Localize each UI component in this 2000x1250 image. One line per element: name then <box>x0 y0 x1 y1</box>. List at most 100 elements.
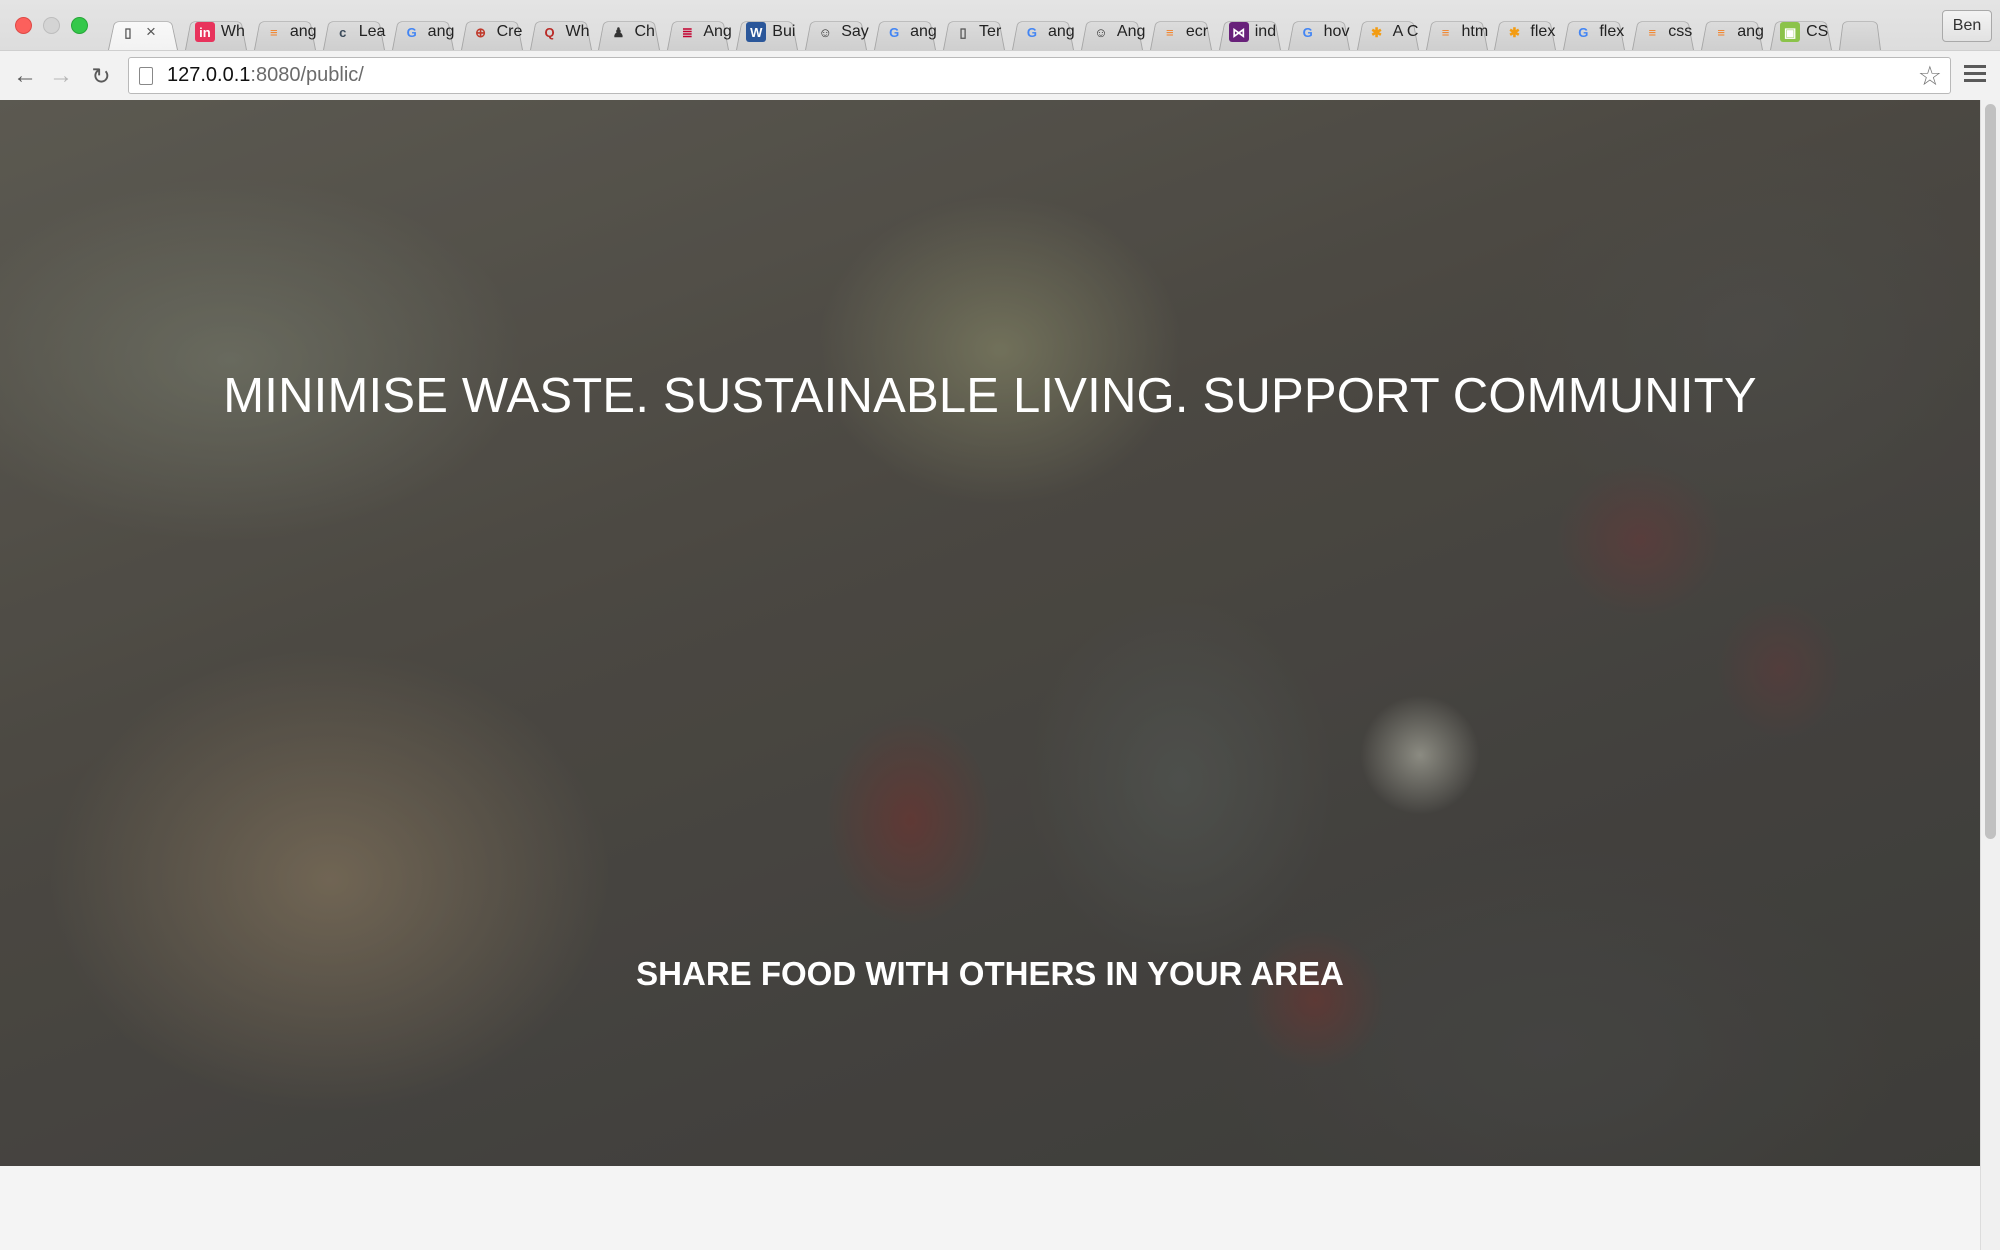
caniuse-icon: ▣ <box>1780 22 1801 42</box>
page-scrollbar[interactable] <box>1980 100 2000 1250</box>
google-icon: G <box>1026 24 1038 40</box>
browser-tab[interactable]: c Lea <box>319 14 389 50</box>
browser-chrome: ▯ × in Wh ≡ ang c Lea Gang ⊕ Cre Q Wh ♟ Ch ≣ Ang W Bui ☺ Say… <box>0 0 2000 100</box>
google-icon: G <box>889 24 900 40</box>
google-icon: G <box>1302 24 1313 40</box>
tab-title: Say <box>841 23 869 40</box>
tab-title: Ch <box>634 23 655 40</box>
profile-name: Ben <box>1952 17 1982 34</box>
tab-title: Lea <box>358 23 386 40</box>
octocat-icon: ☺ <box>1094 24 1108 40</box>
profile-button[interactable]: Ben <box>1942 10 1992 42</box>
browser-tab[interactable]: ▯ × <box>104 14 182 50</box>
scrollbar-thumb[interactable] <box>1985 104 1996 839</box>
page-icon: ▯ <box>124 24 132 40</box>
browser-tab[interactable]: in Wh <box>181 14 251 50</box>
browser-tab[interactable]: ☺ Ang <box>1077 14 1147 50</box>
tab-title: flex <box>1530 23 1556 40</box>
tab-title: flex <box>1599 23 1625 40</box>
browser-tab[interactable]: ▣ CS <box>1766 14 1836 50</box>
tab-strip: ▯ × in Wh ≡ ang c Lea Gang ⊕ Cre Q Wh ♟ Ch ≣ Ang W Bui ☺ Say… <box>104 14 1884 50</box>
browser-tab[interactable]: ≡ ang <box>1697 14 1767 50</box>
browser-tab[interactable]: Q Wh <box>526 14 596 50</box>
hero-headline: MINIMISE WASTE. SUSTAINABLE LIVING. SUPP… <box>223 369 1757 423</box>
tab-title: Wh <box>565 23 590 40</box>
browser-tab[interactable]: ☺ Say <box>801 14 871 50</box>
tab-title: ang <box>1047 23 1075 40</box>
browser-tab[interactable]: ⋈ ind <box>1215 14 1285 50</box>
stackoverflow-icon: ≡ <box>270 24 278 40</box>
forward-button[interactable]: → <box>46 61 76 91</box>
tab-title: CS <box>1806 23 1829 40</box>
tab-title: ind <box>1254 23 1277 40</box>
browser-tab[interactable]: Gang <box>388 14 458 50</box>
browser-tab[interactable]: Gflex <box>1559 14 1629 50</box>
google-icon: G <box>1578 24 1589 40</box>
bookmark-star-icon[interactable]: ☆ <box>1918 61 1942 92</box>
browser-tab[interactable]: Gang <box>870 14 940 50</box>
browser-tab[interactable]: ♟ Ch <box>594 14 664 50</box>
browser-tab[interactable]: ⊕ Cre <box>457 14 527 50</box>
tab-title: Ang <box>1116 23 1146 40</box>
page-icon: ▯ <box>959 24 967 40</box>
stackoverflow-icon: ≡ <box>1166 24 1174 40</box>
forward-arrow-icon: → <box>49 62 73 89</box>
hero-subline: SHARE FOOD WITH OTHERS IN YOUR AREA <box>636 955 1344 992</box>
browser-toolbar: ← → ↻ 127.0.0.1 :8080/public/ ☆ <box>0 50 2000 100</box>
browser-tab[interactable]: W Bui <box>732 14 802 50</box>
browser-tab[interactable]: ≡ ang <box>250 14 320 50</box>
tab-title: ang <box>910 23 937 40</box>
stackoverflow-icon: ≡ <box>1648 24 1657 40</box>
tab-title: A C <box>1392 23 1419 40</box>
stackoverflow-icon: ≡ <box>1441 24 1450 40</box>
hero-section: MINIMISE WASTE. SUSTAINABLE LIVING. SUPP… <box>0 100 1980 1166</box>
new-tab-button[interactable] <box>1835 14 1885 50</box>
tab-title: ang <box>427 23 455 40</box>
browser-tab[interactable]: ✱ A C <box>1353 14 1423 50</box>
tab-title: Ang <box>703 23 732 40</box>
browser-tab[interactable]: Gang <box>1008 14 1078 50</box>
google-icon: G <box>406 24 417 40</box>
tab-title: Wh <box>220 23 245 40</box>
tab-close-icon[interactable]: × <box>146 22 156 42</box>
browser-tab[interactable]: Ghov <box>1284 14 1354 50</box>
address-bar[interactable]: 127.0.0.1 :8080/public/ ☆ <box>128 57 1951 94</box>
browser-tab[interactable]: ≡ css <box>1628 14 1698 50</box>
browser-tab[interactable]: ≡ htm <box>1422 14 1492 50</box>
stackoverflow-icon: ≡ <box>1717 24 1725 40</box>
page-icon <box>139 66 153 85</box>
url-host: 127.0.0.1 <box>167 64 251 86</box>
asterisk-icon: ✱ <box>1371 24 1383 40</box>
window-controls <box>15 17 88 34</box>
back-arrow-icon: ← <box>13 62 37 89</box>
tab-title: hov <box>1323 23 1350 40</box>
tab-title: ecr <box>1185 23 1209 40</box>
angular-doc-icon: ≣ <box>681 24 693 40</box>
codeschool-icon: c <box>339 24 347 40</box>
visualstudio-icon: ⋈ <box>1228 22 1249 42</box>
window-close-button[interactable] <box>15 17 32 34</box>
page-footer-area <box>0 1166 1980 1250</box>
browser-tab[interactable]: ▯ Ter <box>939 14 1009 50</box>
asterisk-icon: ✱ <box>1508 24 1520 40</box>
window-minimize-button[interactable] <box>43 17 60 34</box>
window-maximize-button[interactable] <box>71 17 88 34</box>
tab-title: Cre <box>496 23 523 40</box>
tab-title: Bui <box>772 23 796 40</box>
back-button[interactable]: ← <box>10 61 40 91</box>
invision-icon: in <box>194 22 215 42</box>
reload-button[interactable]: ↻ <box>86 61 116 91</box>
user-silhouette-icon: ♟ <box>612 24 625 40</box>
tab-title: htm <box>1461 23 1489 40</box>
tab-title: ang <box>289 23 317 40</box>
browser-tab[interactable]: ✱ flex <box>1490 14 1560 50</box>
browser-tab[interactable]: ≡ ecr <box>1146 14 1216 50</box>
browser-tab[interactable]: ≣ Ang <box>663 14 733 50</box>
page-viewport: MINIMISE WASTE. SUSTAINABLE LIVING. SUPP… <box>0 100 1980 1250</box>
octocat-icon: ☺ <box>818 24 832 40</box>
word-icon: W <box>746 22 767 42</box>
eventbrite-icon: ⊕ <box>475 24 487 40</box>
tab-title: css <box>1668 23 1693 40</box>
browser-menu-icon[interactable] <box>1964 65 1986 82</box>
url-path: :8080/public/ <box>250 64 364 86</box>
